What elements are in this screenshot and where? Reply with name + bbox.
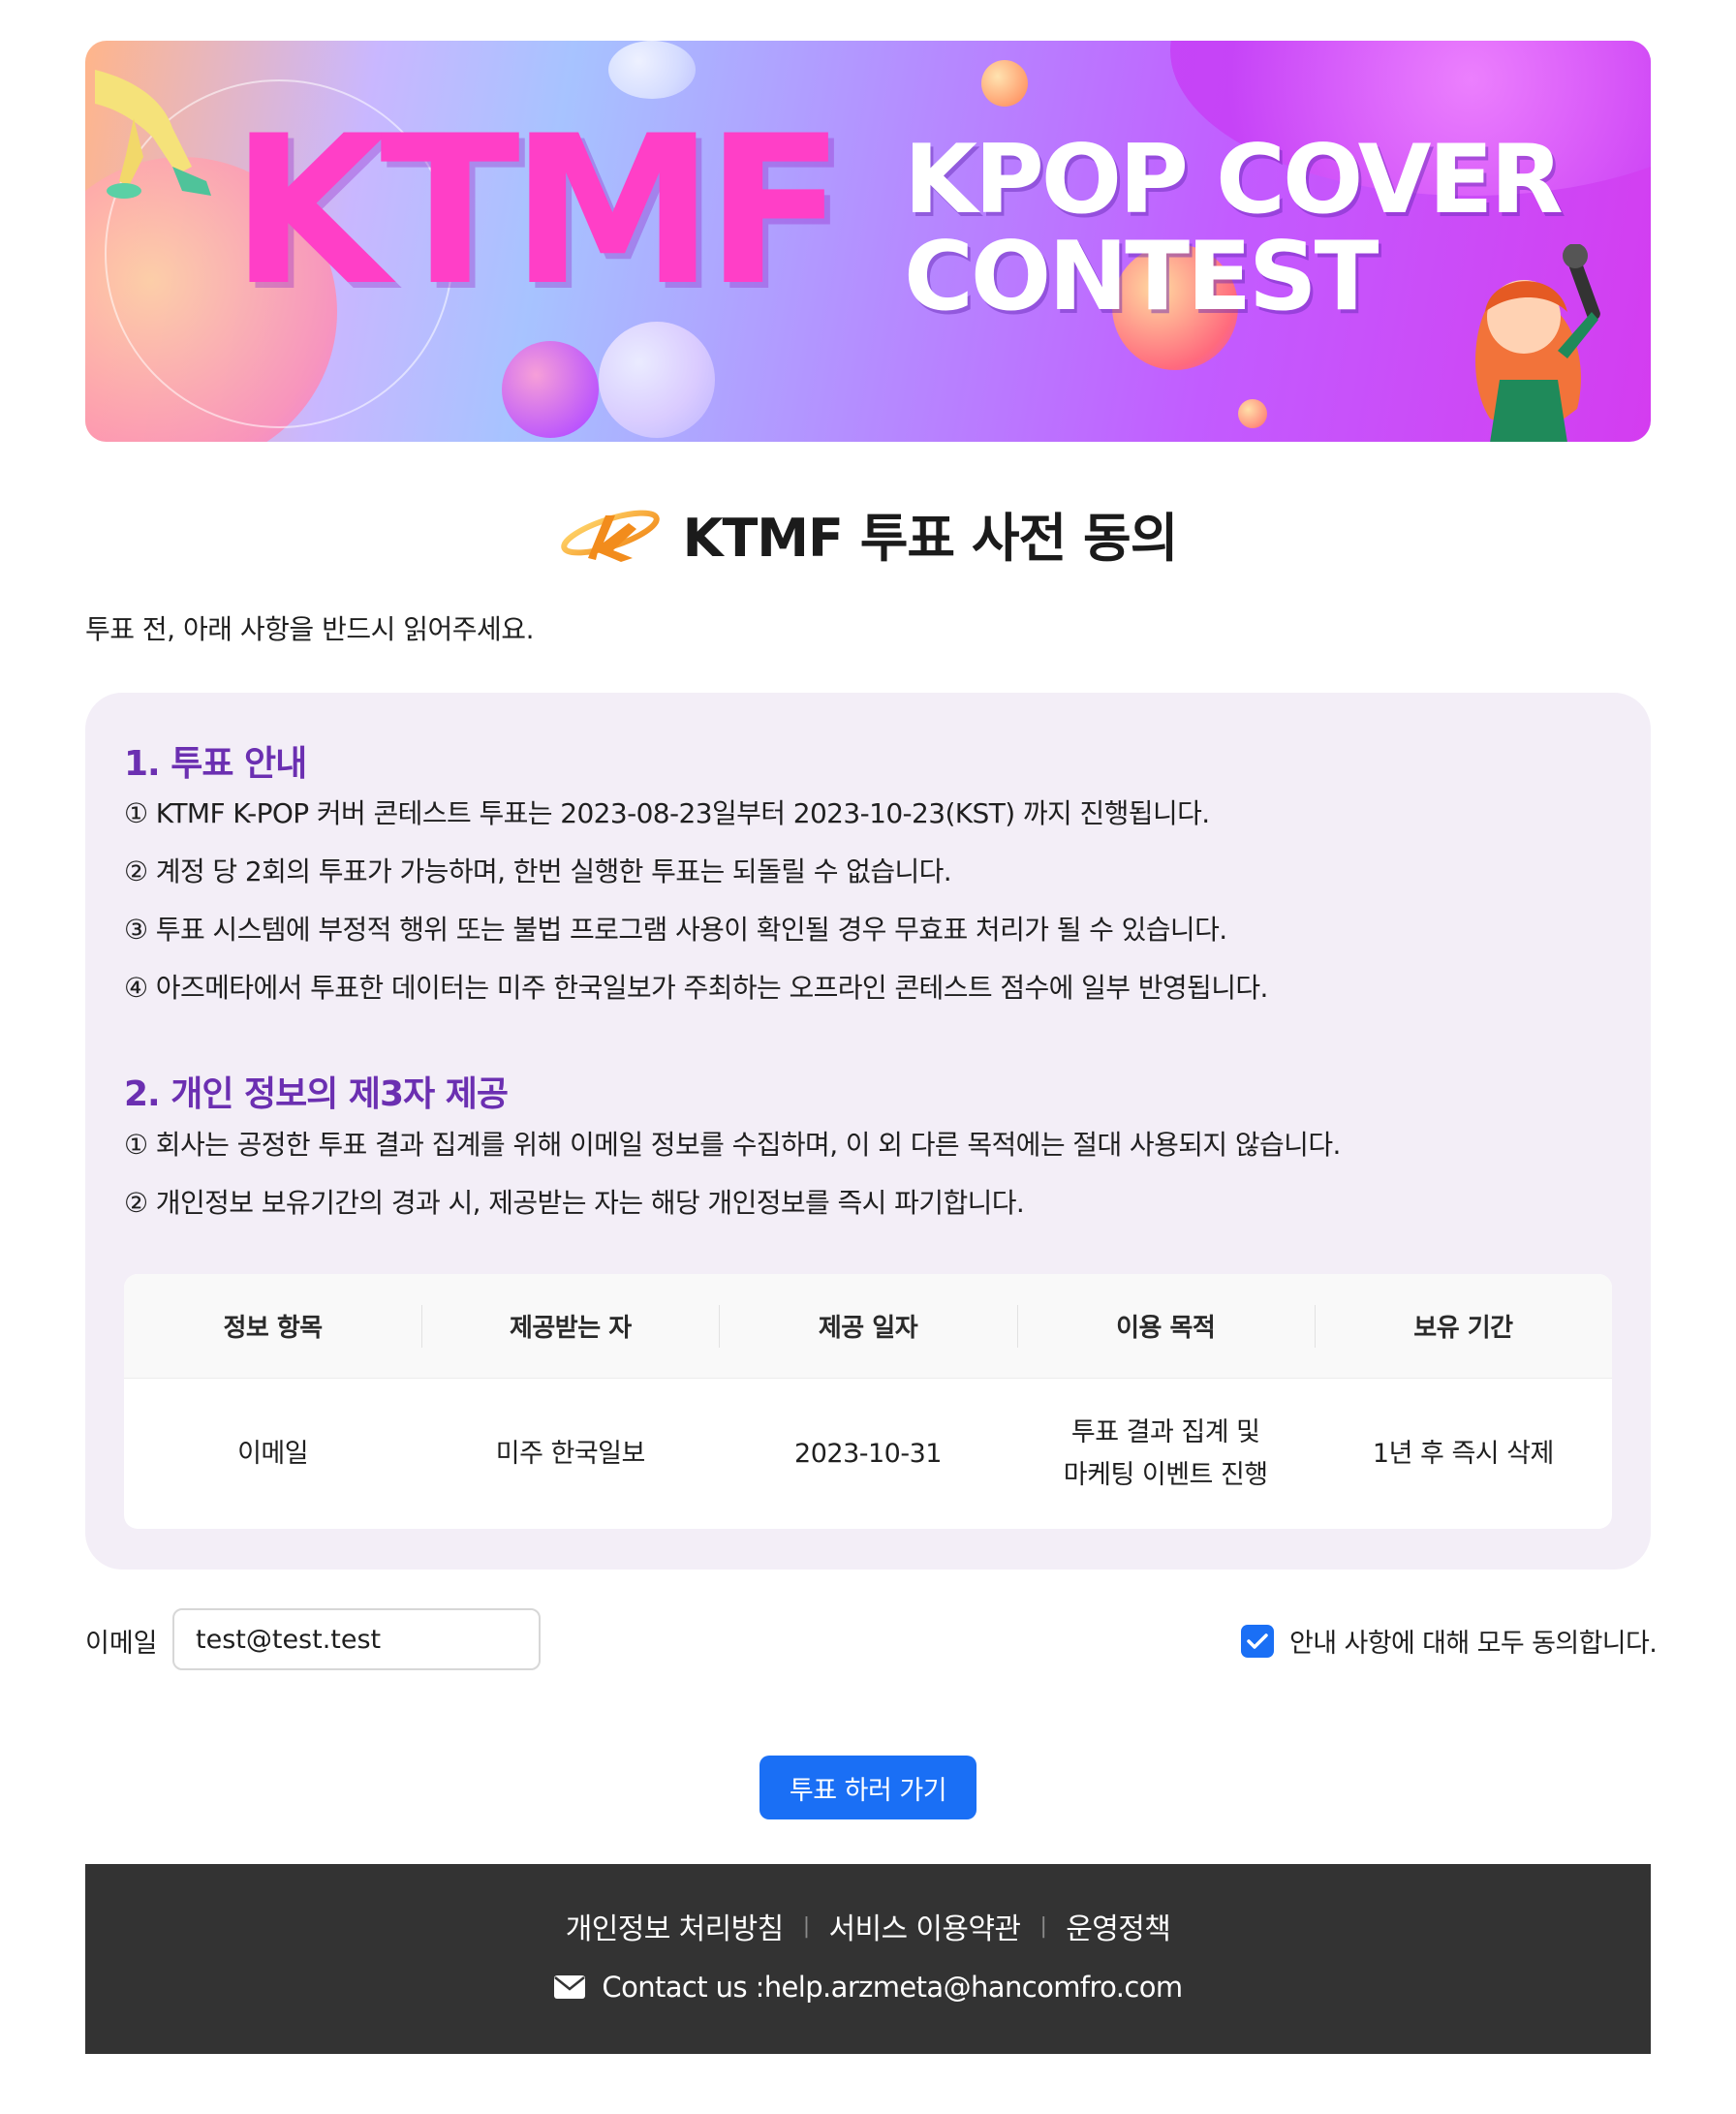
footer: 개인정보 처리방침 | 서비스 이용약관 | 운영정책 Contact us :… (85, 1864, 1651, 2054)
section-title-third-party: 2. 개인 정보의 제3자 제공 (124, 1074, 509, 1114)
contact-email[interactable]: Contact us :help.arzmeta@hancomfro.com (602, 1971, 1183, 2004)
cell-text: 미주 한국일보 (495, 1438, 646, 1469)
column-header: 정보 항목 (223, 1314, 323, 1343)
agree-label[interactable]: 안내 사항에 대해 모두 동의합니다. (1289, 1622, 1658, 1660)
page-title: KTMF 투표 사전 동의 (682, 507, 1179, 569)
third-party-list: ① 회사는 공정한 투표 결과 집계를 위해 이메일 정보를 수집하며, 이 외… (124, 1116, 1341, 1232)
email-field[interactable] (172, 1608, 541, 1670)
vote-guide-list: ① KTMF K-POP 커버 콘테스트 투표는 2023-08-23일부터 2… (124, 785, 1268, 1017)
list-item: ② 개인정보 보유기간의 경과 시, 제공받는 자는 해당 개인정보를 즉시 파… (124, 1187, 1025, 1219)
column-header: 제공 일자 (719, 1274, 1016, 1378)
column-header: 이용 목적 (1016, 1274, 1315, 1378)
cell-text: 1년 후 즉시 삭제 (1372, 1438, 1554, 1469)
notice-panel: 1. 투표 안내 ① KTMF K-POP 커버 콘테스트 투표는 2023-0… (85, 693, 1651, 1570)
envelope-icon (554, 1975, 586, 1999)
email-label: 이메일 (85, 1629, 158, 1659)
section-title-vote-guide: 1. 투표 안내 (124, 744, 307, 784)
footer-separator: | (1039, 1913, 1047, 1939)
operation-policy-link[interactable]: 운영정책 (1066, 1905, 1171, 1947)
list-item: ① 회사는 공정한 투표 결과 집계를 위해 이메일 정보를 수집하며, 이 외… (124, 1129, 1341, 1161)
page-title-row: KTMF 투표 사전 동의 (0, 494, 1736, 572)
banner-decoration (608, 41, 696, 99)
cell-text: 마케팅 이벤트 진행 (1063, 1459, 1268, 1490)
intro-text: 투표 전, 아래 사항을 반드시 읽어주세요. (85, 613, 534, 645)
cell-text: 2023-10-31 (794, 1438, 942, 1469)
table-header-row: 정보 항목 제공받는 자 제공 일자 이용 목적 보유 기간 (124, 1274, 1612, 1379)
banner-decoration (981, 60, 1028, 107)
provision-table: 정보 항목 제공받는 자 제공 일자 이용 목적 보유 기간 이메일 미주 한국… (124, 1274, 1612, 1529)
agree-checkbox-row[interactable]: 안내 사항에 대해 모두 동의합니다. (1241, 1622, 1658, 1660)
table-row: 이메일 미주 한국일보 2023-10-31 투표 결과 집계 및 마케팅 이벤… (124, 1379, 1612, 1529)
column-header: 제공받는 자 (421, 1274, 719, 1378)
list-item: ① KTMF K-POP 커버 콘테스트 투표는 2023-08-23일부터 2… (124, 797, 1210, 829)
cell-text: 이메일 (237, 1438, 309, 1469)
banner-decoration (1238, 399, 1267, 428)
banner-decoration (502, 341, 599, 438)
list-item: ② 계정 당 2회의 투표가 가능하며, 한번 실행한 투표는 되돌릴 수 없습… (124, 855, 952, 887)
go-vote-button[interactable]: 투표 하러 가기 (760, 1756, 976, 1819)
footer-links: 개인정보 처리방침 | 서비스 이용약관 | 운영정책 (85, 1905, 1651, 1947)
banner-headline-line2: CONTEST (904, 222, 1379, 332)
column-header: 보유 기간 (1314, 1274, 1612, 1378)
contact-row: Contact us :help.arzmeta@hancomfro.com (85, 1971, 1651, 2004)
agree-checkbox[interactable] (1241, 1624, 1274, 1658)
privacy-policy-link[interactable]: 개인정보 처리방침 (566, 1905, 785, 1947)
cell-purpose: 투표 결과 집계 및 마케팅 이벤트 진행 (1017, 1379, 1315, 1529)
terms-of-service-link[interactable]: 서비스 이용약관 (829, 1905, 1022, 1947)
banner-logo-text: KTMF (231, 91, 846, 330)
footer-separator: | (802, 1913, 810, 1939)
cell-date: 2023-10-31 (719, 1379, 1016, 1529)
list-item: ④ 아즈메타에서 투표한 데이터는 미주 한국일보가 주최하는 오프라인 콘테스… (124, 972, 1268, 1004)
list-item: ③ 투표 시스템에 부정적 행위 또는 불법 프로그램 사용이 확인될 경우 무… (124, 914, 1227, 946)
check-icon (1247, 1632, 1268, 1649)
banner-decoration (599, 322, 715, 438)
banner-headline-line1: KPOP COVER (904, 125, 1564, 235)
cell-recipient: 미주 한국일보 (421, 1379, 719, 1529)
cell-item: 이메일 (124, 1379, 421, 1529)
hero-banner: KTMF KPOP COVER CONTEST (85, 41, 1651, 442)
cell-text: 투표 결과 집계 및 (1070, 1416, 1260, 1447)
singer-illustration (1475, 244, 1600, 442)
ktmf-orbit-logo-icon (560, 510, 660, 562)
cell-retention: 1년 후 즉시 삭제 (1315, 1379, 1612, 1529)
